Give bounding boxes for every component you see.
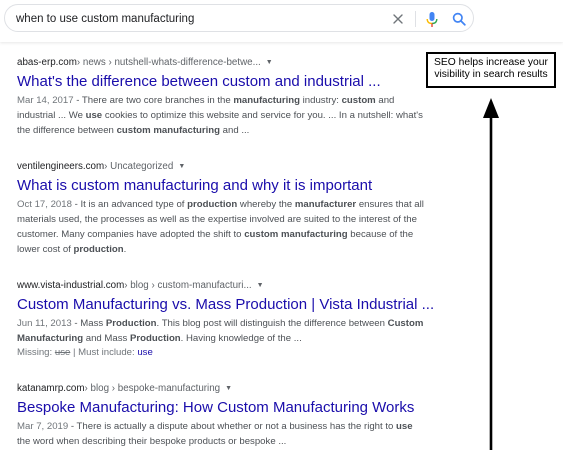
result-title-link[interactable]: Bespoke Manufacturing: How Custom Manufa…	[17, 398, 427, 418]
result-breadcrumb[interactable]: katanamrp.com › blog › bespoke-manufactu…	[17, 382, 427, 396]
snippet-bold-term: manufacturer	[294, 199, 357, 210]
search-header	[0, 0, 563, 42]
result-date: Jun 11, 2013	[17, 318, 72, 329]
missing-terms: Missing: use | Must include: use	[17, 346, 427, 360]
caret-down-icon[interactable]: ▼	[178, 160, 185, 174]
result-title-link[interactable]: Custom Manufacturing vs. Mass Production…	[17, 295, 434, 315]
result-site: abas-erp.com	[17, 57, 77, 68]
result-breadcrumb[interactable]: ventilengineers.com › Uncategorized ▼	[17, 160, 427, 174]
search-result: www.vista-industrial.com › blog › custom…	[17, 279, 434, 360]
up-arrow	[483, 98, 499, 450]
snippet-bold-term: Production	[105, 318, 157, 329]
must-include-label: | Must include:	[70, 347, 138, 358]
seo-annotation-box: SEO helps increase your visibility in se…	[426, 52, 556, 88]
snippet-text: and Mass	[83, 333, 131, 344]
caret-down-icon[interactable]: ▼	[257, 279, 264, 293]
result-date: Oct 17, 2018	[17, 199, 72, 210]
snippet-text: and ...	[220, 125, 250, 136]
search-input[interactable]	[16, 10, 376, 28]
snippet-bold-term: production	[73, 244, 124, 255]
annotation-text: SEO helps increase your visibility in se…	[434, 57, 548, 80]
result-date: Mar 7, 2019	[17, 421, 69, 432]
snippet-bold-term: use	[396, 421, 413, 432]
search-result: katanamrp.com › blog › bespoke-manufactu…	[17, 382, 427, 449]
result-site: ventilengineers.com	[17, 161, 105, 172]
snippet-text: - There is actually a dispute about whet…	[68, 421, 397, 432]
snippet-text: - Mass	[71, 318, 106, 329]
snippet-text: - There are two core branches in the	[73, 95, 234, 106]
result-snippet: Mar 7, 2019 - There is actually a disput…	[17, 419, 427, 449]
snippet-bold-term: manufacturing	[233, 95, 300, 106]
result-path: › blog › bespoke-manufacturing	[84, 383, 221, 394]
microphone-icon[interactable]	[423, 9, 441, 29]
search-box[interactable]	[4, 4, 474, 32]
result-title-link[interactable]: What's the difference between custom and…	[17, 72, 427, 92]
snippet-text: . Having knowledge of the ...	[180, 333, 302, 344]
result-site: katanamrp.com	[17, 383, 85, 394]
result-title-link[interactable]: What is custom manufacturing and why it …	[17, 176, 427, 196]
snippet-bold-term: custom	[341, 95, 376, 106]
snippet-text: - It is an advanced type of	[71, 199, 188, 210]
snippet-text: .	[123, 244, 127, 255]
result-date: Mar 14, 2017	[17, 95, 74, 106]
search-results: abas-erp.com › news › nutshell-whats-dif…	[17, 56, 434, 471]
snippet-text: . This blog post will distinguish the di…	[156, 318, 388, 329]
snippet-text: industry:	[300, 95, 342, 106]
must-include-link[interactable]: use	[137, 347, 152, 358]
result-snippet: Jun 11, 2013 - Mass Production. This blo…	[17, 316, 427, 346]
close-icon[interactable]	[389, 10, 407, 28]
search-icon[interactable]	[449, 9, 469, 29]
snippet-bold-term: use	[85, 110, 103, 121]
search-divider	[415, 11, 416, 27]
result-site: www.vista-industrial.com	[17, 280, 125, 291]
caret-down-icon[interactable]: ▼	[266, 56, 273, 70]
missing-label: Missing:	[17, 347, 55, 358]
search-result: ventilengineers.com › Uncategorized ▼ What…	[17, 160, 427, 257]
missing-struck-term: use	[54, 347, 71, 358]
result-snippet: Oct 17, 2018 - It is an advanced type of…	[17, 197, 427, 257]
snippet-bold-term: custom manufacturing	[116, 125, 220, 136]
result-path: › blog › custom-manufacturi...	[124, 280, 252, 291]
search-result: abas-erp.com › news › nutshell-whats-dif…	[17, 56, 427, 138]
result-breadcrumb[interactable]: www.vista-industrial.com › blog › custom…	[17, 279, 427, 293]
result-breadcrumb[interactable]: abas-erp.com › news › nutshell-whats-dif…	[17, 56, 427, 70]
result-path: › news › nutshell-whats-difference-betwe…	[76, 57, 261, 68]
result-snippet: Mar 14, 2017 - There are two core branch…	[17, 93, 427, 138]
caret-down-icon[interactable]: ▼	[225, 382, 232, 396]
result-path: › Uncategorized	[104, 161, 174, 172]
snippet-bold-term: production	[187, 199, 238, 210]
snippet-text: the word when describing their bespoke p…	[17, 436, 287, 447]
snippet-bold-term: custom manufacturing	[244, 229, 348, 240]
snippet-text: whereby the	[237, 199, 295, 210]
snippet-bold-term: Production	[130, 333, 181, 344]
